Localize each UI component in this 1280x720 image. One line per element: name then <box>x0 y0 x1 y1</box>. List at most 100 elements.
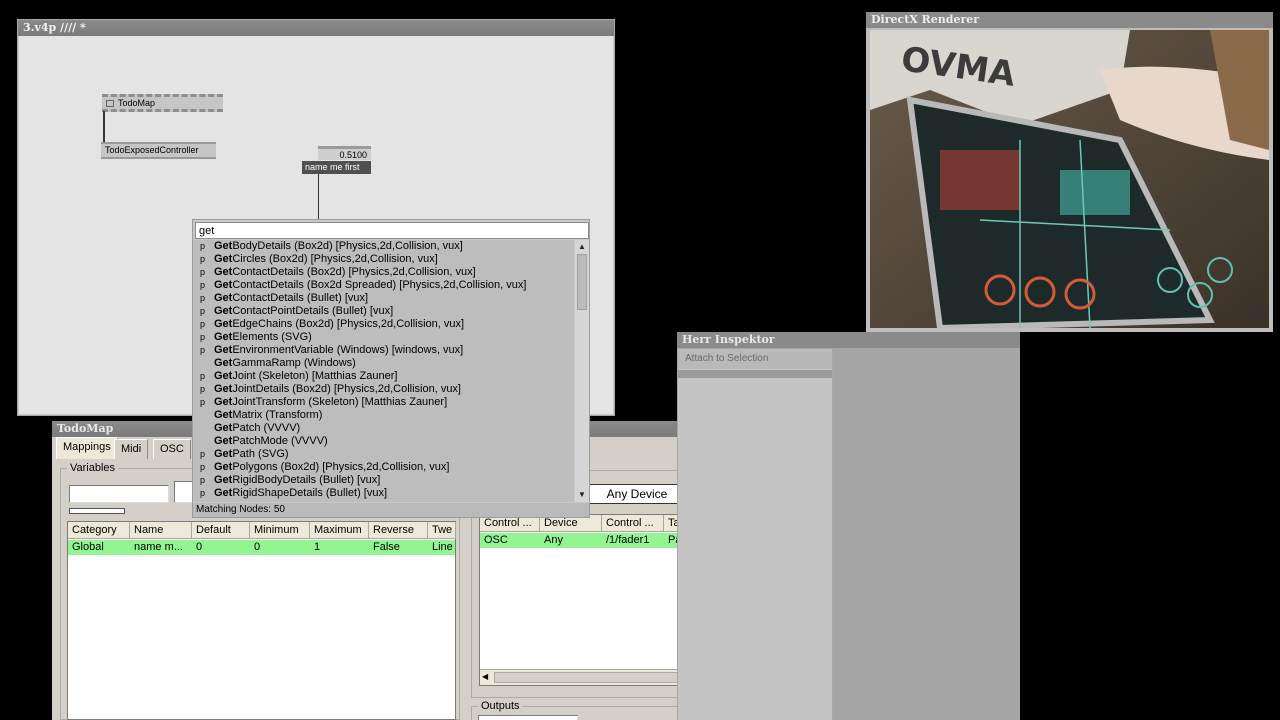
node-list-item[interactable]: p GetElements (SVG) <box>193 331 574 344</box>
node-list[interactable]: p GetBodyDetails (Box2d) [Physics,2d,Coll… <box>193 240 574 502</box>
node-list-item[interactable]: GetPatchMode (VVVV) <box>193 435 574 448</box>
column-header[interactable]: Category <box>68 522 130 539</box>
todomap-node-checkbox <box>106 100 114 107</box>
node-flag: p <box>200 332 206 342</box>
node-list-scrollbar[interactable]: ▲ ▼ <box>575 240 589 502</box>
node-list-item[interactable]: p GetJoint (Skeleton) [Matthias Zauner] <box>193 370 574 383</box>
node-name-text: Elements (SVG) <box>232 331 312 343</box>
any-device-button[interactable]: Any Device <box>588 484 686 504</box>
node-search-input[interactable]: get <box>195 222 589 239</box>
node-list-item[interactable]: GetPatch (VVVV) <box>193 422 574 435</box>
scroll-thumb[interactable] <box>577 254 587 310</box>
inspektor-pin-list[interactable]: Attach to Selection <box>678 349 832 720</box>
renderer-window[interactable]: DirectX Renderer OVMA <box>866 12 1273 332</box>
todo-exposed-controller-node[interactable]: TodoExposedController <box>101 142 216 159</box>
node-match-text: Get <box>214 422 233 434</box>
node-list-item[interactable]: p GetContactDetails (Box2d Spreaded) [Phy… <box>193 279 574 292</box>
node-list-item[interactable]: p GetEdgeChains (Box2d) [Physics,2d,Colli… <box>193 318 574 331</box>
node-list-item[interactable]: p GetCircles (Box2d) [Physics,2d,Collisio… <box>193 253 574 266</box>
column-header[interactable]: Default <box>192 522 250 539</box>
tab-osc[interactable]: OSC <box>153 439 191 459</box>
iobox-name-label[interactable]: name me first <box>302 161 371 174</box>
inspektor-value-panel[interactable] <box>834 349 1019 720</box>
column-header[interactable]: Twe <box>428 522 456 539</box>
cell-category: Global <box>72 541 104 553</box>
node-list-item[interactable]: p GetJointDetails (Box2d) [Physics,2d,Col… <box>193 383 574 396</box>
node-flag: p <box>200 293 206 303</box>
inspektor-window[interactable]: Herr Inspektor Attach to Selection <box>677 332 1020 720</box>
node-flag: p <box>200 397 206 407</box>
node-browser[interactable]: get p GetBodyDetails (Box2d) [Physics,2d,… <box>192 219 590 518</box>
node-match-text: Get <box>214 266 233 278</box>
variables-label: Variables <box>67 462 119 474</box>
attach-to-selection-button[interactable]: Attach to Selection <box>678 349 832 369</box>
variables-table[interactable]: Category Name Default Minimum Maximum Re… <box>67 521 456 720</box>
node-match-text: Get <box>214 487 233 499</box>
node-match-text: Get <box>214 461 233 473</box>
node-flag: p <box>200 254 206 264</box>
inspektor-title[interactable]: Herr Inspektor <box>677 332 1020 348</box>
column-header[interactable]: Name <box>130 522 192 539</box>
node-flag: p <box>200 449 206 459</box>
node-list-item[interactable]: p GetBodyDetails (Box2d) [Physics,2d,Coll… <box>193 240 574 253</box>
node-match-text: Get <box>214 357 233 369</box>
scroll-up-icon[interactable]: ▲ <box>576 241 588 253</box>
node-name-text: Circles (Box2d) [Physics,2d,Collision, v… <box>232 253 438 265</box>
node-name-text: PatchMode (VVVV) <box>232 435 328 447</box>
node-match-text: Get <box>214 240 233 252</box>
outputs-field[interactable] <box>478 715 578 720</box>
render-view[interactable]: OVMA <box>870 30 1269 328</box>
node-list-item[interactable]: GetGammaRamp (Windows) <box>193 357 574 370</box>
column-header[interactable]: Reverse <box>369 522 428 539</box>
node-name-text: RigidBodyDetails (Bullet) [vux] <box>232 474 381 486</box>
node-name-text: BodyDetails (Box2d) [Physics,2d,Collisio… <box>232 240 463 252</box>
wire[interactable] <box>103 111 105 142</box>
renderer-title[interactable]: DirectX Renderer <box>866 12 1273 28</box>
node-name-text: Polygons (Box2d) [Physics,2d,Collision, … <box>232 461 450 473</box>
node-list-item[interactable]: p GetEnvironmentVariable (Windows) [windo… <box>193 344 574 357</box>
cell-tween: Line <box>432 541 453 553</box>
node-match-text: Get <box>214 253 233 265</box>
node-list-item[interactable]: p GetContactPointDetails (Bullet) [vux] <box>193 305 574 318</box>
node-name-text: JointDetails (Box2d) [Physics,2d,Collisi… <box>232 383 461 395</box>
table-row[interactable]: Global name m... 0 0 1 False Line <box>68 540 455 555</box>
node-flag: p <box>200 462 206 472</box>
tab-midi[interactable]: Midi <box>114 439 149 459</box>
node-match-text: Get <box>214 370 233 382</box>
node-name-text: ContactDetails (Box2d) [Physics,2d,Colli… <box>232 266 476 278</box>
node-match-text: Get <box>214 318 233 330</box>
cell-default: 0 <box>196 541 203 553</box>
node-list-item[interactable]: p GetContactDetails (Bullet) [vux] <box>193 292 574 305</box>
column-header[interactable]: Minimum <box>250 522 310 539</box>
variable-name-input[interactable] <box>69 485 169 503</box>
scroll-thumb[interactable] <box>494 672 684 683</box>
column-header[interactable]: Maximum <box>310 522 369 539</box>
node-match-text: Get <box>214 383 233 395</box>
node-match-text: Get <box>214 435 233 447</box>
node-list-item[interactable]: p GetRigidShapeDetails (Bullet) [vux] <box>193 487 574 500</box>
node-flag: p <box>200 371 206 381</box>
patch-title[interactable]: 3.v4p //// * <box>18 20 614 36</box>
iobox-value[interactable]: 0.5100 <box>318 146 371 160</box>
outputs-label: Outputs <box>478 700 523 712</box>
variable-field[interactable] <box>174 481 194 503</box>
cell-minimum: 0 <box>254 541 261 553</box>
node-list-item[interactable]: p GetJointTransform (Skeleton) [Matthias … <box>193 396 574 409</box>
node-list-item[interactable]: p GetPath (SVG) <box>193 448 574 461</box>
node-list-item[interactable]: GetMatrix (Transform) <box>193 409 574 422</box>
node-flag: p <box>200 280 206 290</box>
cell-maximum: 1 <box>314 541 321 553</box>
node-flag: p <box>200 488 206 498</box>
todomap-node[interactable]: TodoMap <box>102 94 223 112</box>
node-list-item[interactable]: p GetContactDetails (Box2d) [Physics,2d,C… <box>193 266 574 279</box>
node-name-text: RigidShapeDetails (Bullet) [vux] <box>232 487 388 499</box>
scroll-left-icon[interactable]: ◀ <box>482 672 488 681</box>
scroll-down-icon[interactable]: ▼ <box>576 489 588 501</box>
node-list-item[interactable]: p GetRigidBodyDetails (Bullet) [vux] <box>193 474 574 487</box>
node-name-text: Joint (Skeleton) [Matthias Zauner] <box>232 370 398 382</box>
node-match-text: Get <box>214 331 233 343</box>
column-header[interactable]: Control ... <box>602 515 664 532</box>
tab-mappings[interactable]: Mappings <box>56 437 118 459</box>
node-list-item[interactable]: p GetPolygons (Box2d) [Physics,2d,Collisi… <box>193 461 574 474</box>
add-variable-button[interactable] <box>69 508 125 514</box>
